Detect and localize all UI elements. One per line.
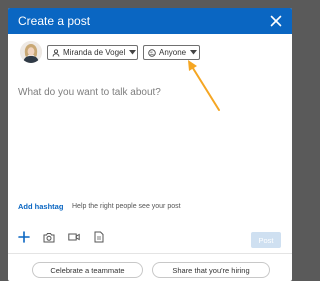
add-content-button[interactable]: [16, 229, 32, 245]
author-selector[interactable]: Miranda de Vogel: [47, 45, 138, 60]
hashtag-hint: Help the right people see your post: [72, 203, 181, 210]
add-hashtag-button[interactable]: Add hashtag: [18, 202, 63, 211]
globe-icon: [148, 48, 156, 57]
caret-down-icon: [129, 50, 137, 55]
close-button[interactable]: [266, 11, 286, 31]
document-icon: [94, 231, 104, 243]
caret-down-icon: [190, 50, 198, 55]
post-button[interactable]: Post: [251, 232, 281, 248]
close-icon: [270, 15, 282, 27]
plus-icon: [18, 231, 30, 243]
create-post-dialog: Create a post Miranda de Vogel Anyone Wh…: [8, 8, 292, 281]
add-video-button[interactable]: [66, 229, 82, 245]
avatar: [20, 41, 42, 63]
suggestion-chip-hiring[interactable]: Share that you're hiring: [152, 262, 270, 278]
divider: [8, 253, 292, 254]
post-text-input[interactable]: [18, 84, 278, 100]
screenshot-canvas: Create a post Miranda de Vogel Anyone Wh…: [0, 0, 300, 281]
author-name: Miranda de Vogel: [63, 48, 126, 57]
dialog-title: Create a post: [18, 14, 91, 28]
add-document-button[interactable]: [91, 229, 107, 245]
video-icon: [68, 233, 80, 241]
audience-selector[interactable]: Anyone: [143, 45, 200, 60]
add-photo-button[interactable]: [41, 229, 57, 245]
camera-icon: [43, 232, 55, 242]
dialog-header: Create a post: [8, 8, 292, 34]
person-icon: [52, 48, 60, 57]
suggestion-chip-celebrate[interactable]: Celebrate a teammate: [32, 262, 143, 278]
audience-label: Anyone: [159, 48, 187, 57]
